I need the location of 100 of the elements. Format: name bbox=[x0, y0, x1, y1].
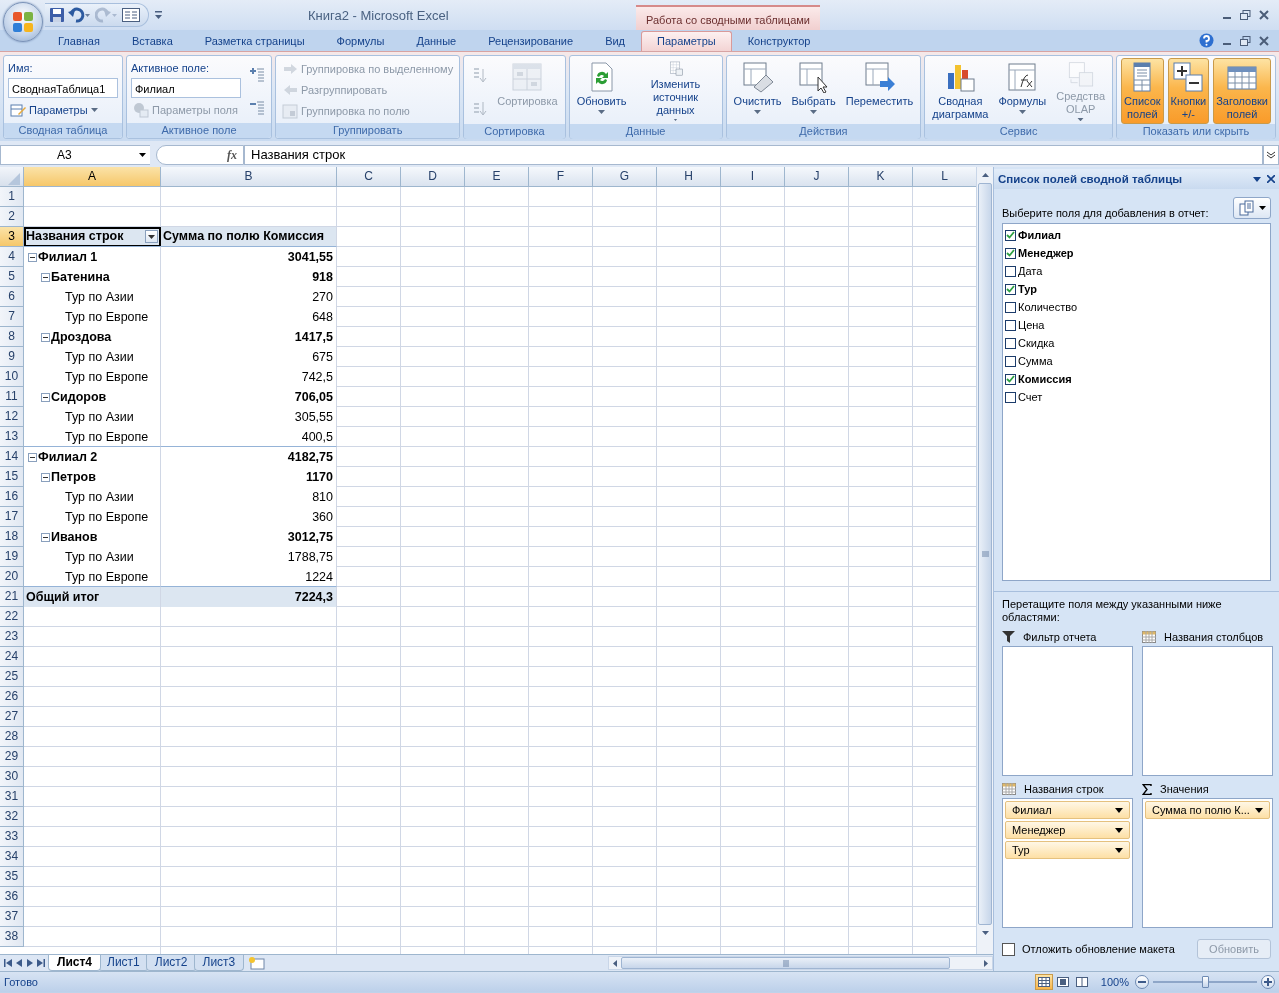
checkbox[interactable] bbox=[1005, 391, 1016, 403]
checkbox[interactable] bbox=[1005, 355, 1016, 367]
zoom-out-button[interactable] bbox=[1135, 975, 1149, 989]
field-chip[interactable]: Филиал bbox=[1005, 801, 1130, 819]
scroll-right-icon[interactable] bbox=[984, 959, 988, 967]
form-icon[interactable] bbox=[122, 8, 140, 22]
close-icon[interactable] bbox=[1259, 35, 1269, 46]
row-number[interactable]: 33 bbox=[0, 827, 24, 847]
sheet-tab[interactable]: Лист1 bbox=[98, 955, 149, 971]
ribbon-button[interactable]: Сводная диаграмма bbox=[929, 58, 992, 124]
horizontal-scrollbar[interactable] bbox=[608, 956, 993, 970]
row-number[interactable]: 26 bbox=[0, 687, 24, 707]
checkbox[interactable] bbox=[1005, 301, 1016, 313]
scroll-down-icon[interactable] bbox=[981, 931, 989, 935]
ribbon-button[interactable]: Заголовки полей bbox=[1213, 58, 1271, 124]
ribbon-button[interactable]: Обновить bbox=[573, 58, 630, 124]
ribbon-button[interactable]: Кнопки +/- bbox=[1167, 58, 1210, 124]
scroll-thumb[interactable] bbox=[621, 957, 950, 969]
row-number[interactable]: 16 bbox=[0, 487, 24, 507]
row-number[interactable]: 7 bbox=[0, 307, 24, 327]
field-checkbox[interactable]: Количество bbox=[1005, 298, 1078, 316]
help-icon[interactable] bbox=[1199, 33, 1214, 48]
row-number[interactable]: 21 bbox=[0, 587, 24, 607]
row-number[interactable]: 29 bbox=[0, 747, 24, 767]
row-number[interactable]: 13 bbox=[0, 427, 24, 447]
row-number[interactable]: 36 bbox=[0, 887, 24, 907]
sheet-tab[interactable]: Лист4 bbox=[48, 955, 102, 971]
row-number[interactable]: 6 bbox=[0, 287, 24, 307]
last-sheet-icon[interactable] bbox=[37, 959, 45, 967]
zoom-in-button[interactable] bbox=[1261, 975, 1275, 989]
ribbon-button[interactable]: Параметры bbox=[8, 99, 118, 120]
collapse-toggle[interactable] bbox=[28, 452, 37, 462]
scroll-thumb[interactable] bbox=[978, 183, 992, 925]
expand-formula-button[interactable] bbox=[1263, 145, 1279, 165]
customize-toolbar-icon[interactable] bbox=[155, 10, 162, 20]
row-number[interactable]: 38 bbox=[0, 927, 24, 947]
field-checkbox[interactable]: Цена bbox=[1005, 316, 1045, 334]
row-number[interactable]: 35 bbox=[0, 867, 24, 887]
row-number[interactable]: 4 bbox=[0, 247, 24, 267]
row-number[interactable]: 15 bbox=[0, 467, 24, 487]
row-labels-header[interactable]: Названия строк bbox=[24, 227, 161, 247]
collapse-toggle[interactable] bbox=[28, 252, 37, 262]
ribbon-tab[interactable]: Параметры bbox=[641, 31, 732, 51]
field-checkbox[interactable]: Тур bbox=[1005, 280, 1037, 298]
checkbox[interactable] bbox=[1005, 337, 1016, 349]
row-number[interactable]: 27 bbox=[0, 707, 24, 727]
checkbox[interactable] bbox=[1005, 283, 1016, 295]
drop-area[interactable]: Сумма по полю К... bbox=[1142, 798, 1273, 928]
row-number[interactable]: 37 bbox=[0, 907, 24, 927]
row-number[interactable]: 1 bbox=[0, 187, 24, 207]
name-box[interactable]: A3 bbox=[0, 145, 150, 165]
column-header[interactable]: I bbox=[721, 167, 785, 187]
collapse-toggle[interactable] bbox=[41, 332, 50, 342]
office-button[interactable] bbox=[3, 2, 43, 42]
collapse-toggle[interactable] bbox=[41, 532, 50, 542]
ribbon-button[interactable]: Выбрать bbox=[788, 58, 839, 124]
column-header[interactable]: E bbox=[465, 167, 529, 187]
field-checkbox[interactable]: Счет bbox=[1005, 388, 1043, 406]
row-number[interactable]: 18 bbox=[0, 527, 24, 547]
row-number[interactable]: 8 bbox=[0, 327, 24, 347]
row-number[interactable]: 20 bbox=[0, 567, 24, 587]
field-checkbox[interactable]: Сумма bbox=[1005, 352, 1053, 370]
row-number[interactable]: 31 bbox=[0, 787, 24, 807]
ribbon-button[interactable]: Очистить bbox=[730, 58, 785, 124]
row-number[interactable]: 30 bbox=[0, 767, 24, 787]
pane-menu-icon[interactable] bbox=[1253, 176, 1261, 182]
close-icon[interactable] bbox=[1259, 10, 1269, 20]
column-header[interactable]: L bbox=[913, 167, 976, 187]
scroll-left-icon[interactable] bbox=[613, 959, 617, 967]
name-field[interactable]: Филиал bbox=[131, 78, 241, 98]
field-chip[interactable]: Сумма по полю К... bbox=[1145, 801, 1270, 819]
row-number[interactable]: 32 bbox=[0, 807, 24, 827]
column-header[interactable]: A bbox=[24, 167, 161, 187]
row-number[interactable]: 25 bbox=[0, 667, 24, 687]
field-checkbox[interactable]: Менеджер bbox=[1005, 244, 1074, 262]
field-chip[interactable]: Менеджер bbox=[1005, 821, 1130, 839]
ribbon-tab[interactable]: Рецензирование bbox=[472, 31, 590, 51]
row-number[interactable]: 14 bbox=[0, 447, 24, 467]
row-number[interactable]: 9 bbox=[0, 347, 24, 367]
field-checkbox[interactable]: Комиссия bbox=[1005, 370, 1072, 388]
next-sheet-icon[interactable] bbox=[26, 959, 34, 967]
save-icon[interactable] bbox=[49, 7, 65, 23]
row-number[interactable]: 19 bbox=[0, 547, 24, 567]
ribbon-tab[interactable]: Вид bbox=[589, 31, 642, 51]
row-number[interactable]: 5 bbox=[0, 267, 24, 287]
collapse-toggle[interactable] bbox=[41, 392, 50, 402]
field-checkbox[interactable]: Скидка bbox=[1005, 334, 1055, 352]
ribbon-tab[interactable]: Разметка страницы bbox=[188, 31, 321, 51]
sheet-tab[interactable]: Лист3 bbox=[193, 955, 245, 971]
vertical-scrollbar[interactable] bbox=[976, 167, 993, 954]
view-button[interactable] bbox=[1034, 974, 1053, 990]
sheet-tab[interactable]: Лист2 bbox=[145, 955, 197, 971]
collapse-toggle[interactable] bbox=[41, 272, 50, 282]
collapse-toggle[interactable] bbox=[41, 472, 50, 482]
ribbon-tab[interactable]: Формулы bbox=[320, 31, 401, 51]
row-number[interactable]: 22 bbox=[0, 607, 24, 627]
ribbon-tab[interactable]: Вставка bbox=[115, 31, 189, 51]
row-number[interactable]: 12 bbox=[0, 407, 24, 427]
ribbon-tab[interactable]: Данные bbox=[400, 31, 473, 51]
checkbox[interactable] bbox=[1002, 942, 1015, 956]
